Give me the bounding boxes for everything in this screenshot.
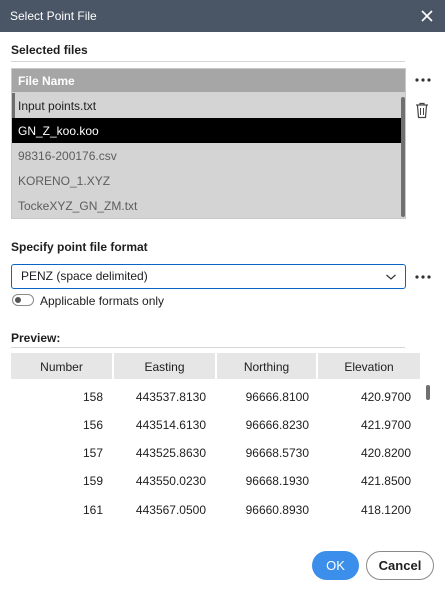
table-cell: 443567.0500 xyxy=(135,503,206,517)
column-header-elevation[interactable]: Elevation xyxy=(318,353,420,379)
table-cell: 443550.0230 xyxy=(135,474,206,488)
more-files-options-icon[interactable] xyxy=(413,72,433,88)
ok-button[interactable]: OK xyxy=(312,551,359,580)
table-cell: 156 xyxy=(82,418,103,432)
trash-icon[interactable] xyxy=(414,101,430,119)
table-cell: 158 xyxy=(82,390,103,404)
chevron-down-icon xyxy=(385,271,397,285)
table-cell: 159 xyxy=(82,474,103,488)
close-icon[interactable] xyxy=(417,6,437,26)
file-list-item[interactable]: KORENO_1.XYZ xyxy=(12,168,402,193)
point-format-value: PENZ (space delimited) xyxy=(21,269,148,283)
applicable-formats-toggle[interactable] xyxy=(12,294,34,306)
window-title: Select Point File xyxy=(10,9,97,23)
file-list-item[interactable]: Input points.txt xyxy=(12,93,402,118)
applicable-formats-label: Applicable formats only xyxy=(40,294,165,308)
table-cell: 96668.5730 xyxy=(245,446,309,460)
file-list[interactable]: File Name Input points.txt GN_Z_koo.koo … xyxy=(11,68,406,219)
cancel-button[interactable]: Cancel xyxy=(366,551,434,580)
table-cell: 420.9700 xyxy=(360,390,411,404)
column-header-number[interactable]: Number xyxy=(11,353,112,379)
toggle-knob xyxy=(15,297,21,303)
table-cell: 443525.8630 xyxy=(135,446,206,460)
table-cell: 157 xyxy=(82,446,103,460)
table-cell: 421.8500 xyxy=(360,474,411,488)
divider xyxy=(11,347,405,348)
divider xyxy=(11,61,405,62)
table-cell: 96668.1930 xyxy=(245,474,309,488)
file-list-scrollbar[interactable] xyxy=(401,97,405,217)
table-cell: 161 xyxy=(82,503,103,517)
file-list-item[interactable]: TockeXYZ_GN_ZM.txt xyxy=(12,193,402,218)
format-heading: Specify point file format xyxy=(11,240,148,254)
file-list-item[interactable]: 98316-200176.csv xyxy=(12,143,402,168)
selected-files-heading: Selected files xyxy=(11,43,88,57)
table-cell: 443514.6130 xyxy=(135,418,206,432)
file-name-column-header[interactable]: File Name xyxy=(12,69,405,92)
preview-scrollbar[interactable] xyxy=(426,385,430,400)
table-cell: 96666.8230 xyxy=(245,418,309,432)
table-cell: 421.9700 xyxy=(360,418,411,432)
table-cell: 96660.8930 xyxy=(245,503,309,517)
table-cell: 443537.8130 xyxy=(135,390,206,404)
more-format-options-icon[interactable] xyxy=(413,269,433,285)
table-cell: 96666.8100 xyxy=(245,390,309,404)
column-header-easting[interactable]: Easting xyxy=(114,353,215,379)
file-list-item-selected[interactable]: GN_Z_koo.koo xyxy=(12,118,402,143)
column-header-northing[interactable]: Northing xyxy=(217,353,316,379)
preview-heading: Preview: xyxy=(11,331,61,345)
title-bar: Select Point File xyxy=(0,0,445,32)
table-cell: 420.8200 xyxy=(360,446,411,460)
table-cell: 418.1200 xyxy=(360,503,411,517)
point-format-select[interactable]: PENZ (space delimited) xyxy=(11,264,406,289)
